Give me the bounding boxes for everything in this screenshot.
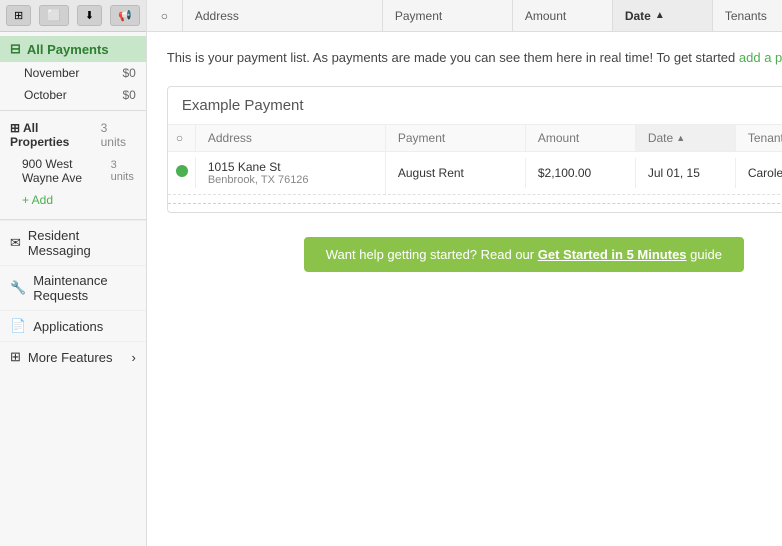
sidebar: ⊞ ⬜ ⬇ 📢 ⊟ All Payments November $0 Octob… <box>0 0 147 546</box>
more-features-icon: ⊞ <box>10 349 21 365</box>
all-payments-label: All Payments <box>27 42 109 57</box>
ex-payment-col: Payment <box>386 125 526 151</box>
row-radio[interactable] <box>168 157 196 188</box>
cta-box: Want help getting started? Read our Get … <box>304 237 744 272</box>
radio-circle-icon <box>176 165 188 177</box>
applications-item[interactable]: 📄 Applications <box>0 310 146 341</box>
add-property-link[interactable]: add a property <box>739 50 782 65</box>
download-icon: ⬇ <box>85 9 94 22</box>
november-label: November <box>24 66 79 80</box>
grid-button[interactable]: ⊞ <box>6 5 31 26</box>
example-table-header: ○ Address Payment Amount Date ▲ Tenants <box>168 125 782 152</box>
october-item[interactable]: October $0 <box>0 84 146 106</box>
more-features-label: More Features <box>28 350 113 365</box>
row-amount: $2,100.00 <box>526 158 636 188</box>
column-header: ○ Address Payment Amount Date ▲ Tenants … <box>147 0 782 32</box>
properties-units: 3 units <box>101 121 136 149</box>
get-started-link[interactable]: Get Started in 5 Minutes <box>538 247 687 262</box>
payments-icon: ⊟ <box>10 41 21 57</box>
more-features-item[interactable]: ⊞ More Features › <box>0 341 146 372</box>
maintenance-requests-item[interactable]: 🔧 Maintenance Requests <box>0 265 146 310</box>
row-address: 1015 Kane St Benbrook, TX 76126 <box>196 152 386 194</box>
announce-icon: 📢 <box>118 9 132 22</box>
ex-sort-icon: ▲ <box>676 133 685 143</box>
chevron-right-icon: › <box>132 350 136 365</box>
messaging-icon: ✉ <box>10 235 21 251</box>
example-payment-box: Example Payment ○ Address Payment Amount… <box>167 86 782 213</box>
maintenance-requests-label: Maintenance Requests <box>33 273 136 303</box>
table-row: 1015 Kane St Benbrook, TX 76126 August R… <box>168 152 782 195</box>
maintenance-icon: 🔧 <box>10 280 26 296</box>
checkbox-col-header[interactable]: ○ <box>147 0 183 31</box>
resident-messaging-label: Resident Messaging <box>28 228 136 258</box>
october-amount: $0 <box>122 88 135 102</box>
screen-button[interactable]: ⬜ <box>39 5 69 26</box>
screen-icon: ⬜ <box>47 9 61 22</box>
payments-section: ⊟ All Payments November $0 October $0 <box>0 32 146 110</box>
address-col-header[interactable]: Address <box>183 0 383 31</box>
all-payments-item[interactable]: ⊟ All Payments <box>0 36 146 62</box>
add-property-link[interactable]: + Add <box>0 189 146 211</box>
intro-paragraph: This is your payment list. As payments a… <box>167 48 782 68</box>
amount-col-header[interactable]: Amount <box>513 0 613 31</box>
date-col-header[interactable]: Date ▲ <box>613 0 713 31</box>
example-box-title: Example Payment <box>168 87 782 125</box>
properties-icon: ⊞ <box>10 121 23 135</box>
row-tenants: Carole <box>736 158 782 188</box>
applications-label: Applications <box>33 319 103 334</box>
cta-bar: Want help getting started? Read our Get … <box>167 237 782 272</box>
property-units: 3 units <box>111 159 136 183</box>
november-item[interactable]: November $0 <box>0 62 146 84</box>
ex-amount-col: Amount <box>526 125 636 151</box>
announce-button[interactable]: 📢 <box>110 5 140 26</box>
ex-date-col[interactable]: Date ▲ <box>636 125 736 151</box>
all-properties-header[interactable]: ⊞ All Properties 3 units <box>0 115 146 153</box>
october-label: October <box>24 88 67 102</box>
content-area: This is your payment list. As payments a… <box>147 32 782 546</box>
row-separator <box>168 203 782 204</box>
download-button[interactable]: ⬇ <box>77 5 102 26</box>
resident-messaging-item[interactable]: ✉ Resident Messaging <box>0 220 146 265</box>
checkbox-icon: ○ <box>161 9 168 23</box>
grid-icon: ⊞ <box>14 9 23 22</box>
main-content: ○ Address Payment Amount Date ▲ Tenants … <box>147 0 782 546</box>
property-item[interactable]: 900 West Wayne Ave 3 units <box>0 153 146 189</box>
properties-section: ⊞ All Properties 3 units 900 West Wayne … <box>0 111 146 215</box>
november-amount: $0 <box>122 66 135 80</box>
payment-col-header[interactable]: Payment <box>383 0 513 31</box>
tenants-col-header[interactable]: Tenants <box>713 0 782 31</box>
property-label: 900 West Wayne Ave <box>22 157 111 185</box>
ex-address-col: Address <box>196 125 386 151</box>
ex-checkbox-col: ○ <box>168 125 196 151</box>
ex-tenants-col: Tenants <box>736 125 782 151</box>
sort-arrow-icon: ▲ <box>655 10 665 21</box>
toolbar: ⊞ ⬜ ⬇ 📢 <box>0 0 146 32</box>
applications-icon: 📄 <box>10 318 26 334</box>
all-properties-label: ⊞ All Properties <box>10 121 101 149</box>
row-payment: August Rent <box>386 158 526 188</box>
row-date: Jul 01, 15 <box>636 158 736 188</box>
